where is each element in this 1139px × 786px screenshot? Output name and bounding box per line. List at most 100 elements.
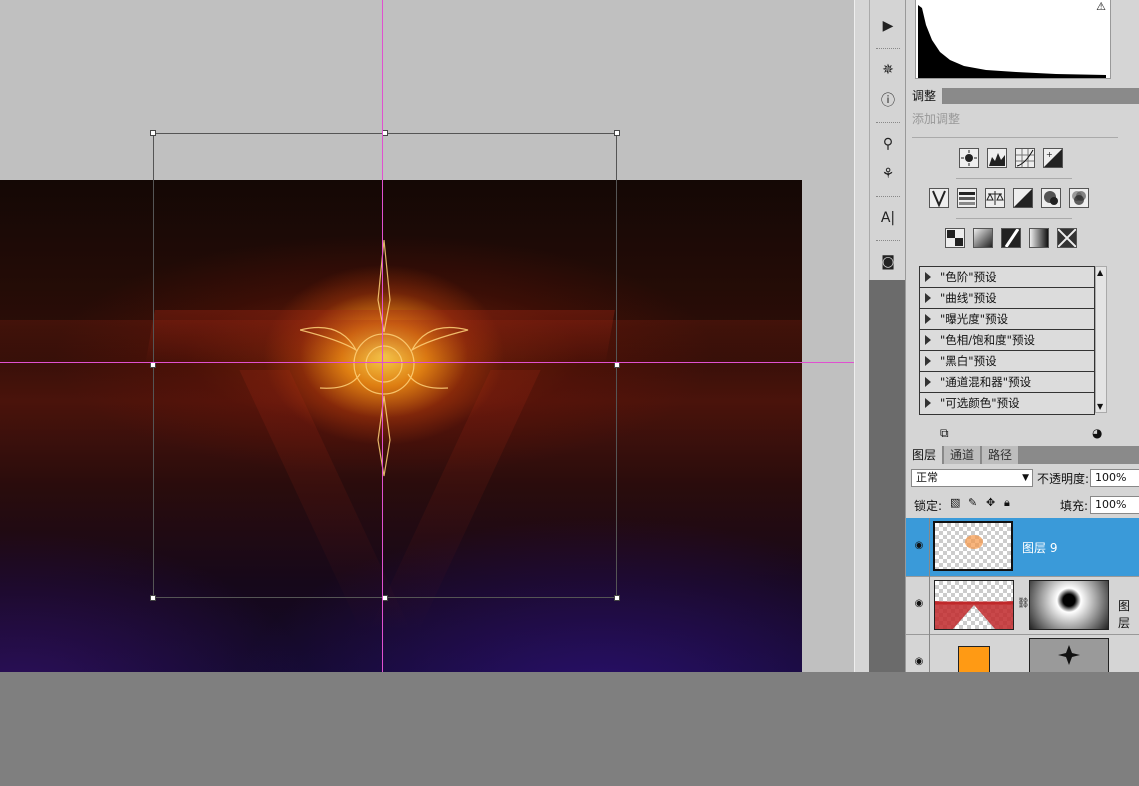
preset-label: "曲线"预设 — [940, 291, 997, 305]
expand-triangle-icon — [925, 356, 931, 366]
brightness-icon[interactable] — [959, 148, 979, 168]
transform-handle-top-right[interactable] — [614, 130, 620, 136]
histogram-graph — [918, 5, 1106, 78]
fill-label: 填充: — [1060, 499, 1089, 513]
play-icon[interactable]: ▶ — [878, 16, 898, 36]
clone-source-icon[interactable]: ⚘ — [878, 164, 898, 184]
svg-text:+: + — [1046, 150, 1053, 159]
preset-item[interactable]: "曝光度"预设 — [920, 309, 1094, 330]
document-workspace[interactable] — [0, 0, 854, 672]
preset-label: "黑白"预设 — [940, 354, 997, 368]
scroll-down-icon[interactable]: ▼ — [1097, 402, 1103, 411]
mask-icon[interactable]: ◙ — [878, 252, 898, 272]
divider — [929, 518, 930, 576]
transform-bounding-box[interactable] — [153, 133, 617, 598]
transform-handle-bottom-right[interactable] — [614, 595, 620, 601]
tab-channels[interactable]: 通道 — [944, 446, 982, 464]
tab-paths[interactable]: 路径 — [982, 446, 1020, 464]
layer-row[interactable]: ◉ — [906, 634, 1139, 672]
dock-background — [869, 280, 905, 672]
threshold-icon[interactable] — [1001, 228, 1021, 248]
adjustment-presets-list: "色阶"预设 "曲线"预设 "曝光度"预设 "色相/饱和度"预设 "黑白"预设 … — [919, 266, 1095, 415]
lock-transparency-icon[interactable]: ▧ — [950, 496, 960, 509]
lock-position-icon[interactable]: ✥ — [986, 496, 995, 509]
compass-icon[interactable]: ✵ — [878, 60, 898, 80]
hue-saturation-icon[interactable] — [957, 188, 977, 208]
layer-row-selected[interactable]: ◉ 图层 9 — [906, 518, 1139, 577]
preset-label: "可选颜色"预设 — [940, 396, 1020, 410]
preset-scrollbar[interactable]: ▲ ▼ — [1095, 266, 1107, 413]
color-balance-icon[interactable] — [985, 188, 1005, 208]
dock-separator — [876, 196, 900, 197]
right-panel: ⚠ 调整 添加调整 + "色阶"预设 "曲线"预设 "曝光度"预设 "色相/饱和… — [905, 0, 1139, 672]
blend-mode-select[interactable]: 正常 ▼ — [911, 469, 1033, 487]
divider — [912, 137, 1118, 138]
preset-item[interactable]: "通道混和器"预设 — [920, 372, 1094, 393]
divider — [956, 218, 1072, 219]
layers-tabbar: 图层 通道 路径 — [906, 446, 1139, 464]
curves-icon[interactable] — [1015, 148, 1035, 168]
preset-label: "通道混和器"预设 — [940, 375, 1032, 389]
dock-separator — [876, 240, 900, 241]
fill-input[interactable]: 100% — [1090, 496, 1139, 514]
preset-item[interactable]: "可选颜色"预设 — [920, 393, 1094, 414]
layer-mask-thumbnail[interactable] — [1029, 638, 1109, 672]
layer-name: 图层 9 — [1022, 541, 1058, 555]
layer-row[interactable]: ◉ ⛓ 图层 — [906, 576, 1139, 635]
photo-filter-icon[interactable] — [1041, 188, 1061, 208]
visibility-eye-icon[interactable]: ◉ — [912, 540, 926, 551]
info-icon[interactable]: ⓘ — [878, 90, 898, 110]
preset-label: "色阶"预设 — [940, 270, 997, 284]
fill-layer-thumbnail — [958, 646, 990, 672]
clip-options-icon[interactable]: ◕ — [1092, 426, 1102, 440]
transform-handle-top-left[interactable] — [150, 130, 156, 136]
black-white-icon[interactable] — [1013, 188, 1033, 208]
preset-item[interactable]: "色阶"预设 — [920, 267, 1094, 288]
divider — [929, 576, 930, 634]
preset-item[interactable]: "黑白"预设 — [920, 351, 1094, 372]
scroll-up-icon[interactable]: ▲ — [1097, 268, 1103, 277]
brush-presets-icon[interactable]: ⚲ — [878, 134, 898, 154]
horizontal-guide[interactable] — [0, 362, 854, 363]
divider — [929, 634, 930, 672]
expand-triangle-icon — [925, 398, 931, 408]
character-icon[interactable]: A| — [878, 208, 898, 228]
tab-adjustments[interactable]: 调整 — [906, 88, 944, 104]
invert-icon[interactable] — [945, 228, 965, 248]
tab-layers[interactable]: 图层 — [906, 446, 944, 464]
layer-thumbnail — [934, 580, 1014, 630]
adjustments-tabbar: 调整 — [906, 88, 1139, 104]
posterize-icon[interactable] — [973, 228, 993, 248]
channel-mixer-icon[interactable] — [1069, 188, 1089, 208]
layer-mask-thumbnail[interactable] — [1029, 580, 1109, 630]
vibrance-icon[interactable] — [929, 188, 949, 208]
expand-triangle-icon — [925, 293, 931, 303]
return-to-list-icon[interactable]: ⧉ — [940, 426, 949, 441]
preset-label: "色相/饱和度"预设 — [940, 333, 1035, 347]
preset-item[interactable]: "色相/饱和度"预设 — [920, 330, 1094, 351]
exposure-icon[interactable]: + — [1043, 148, 1063, 168]
dock-separator — [876, 122, 900, 123]
layer-name: 图层 — [1118, 599, 1131, 630]
link-chain-icon[interactable]: ⛓ — [1017, 598, 1030, 609]
divider — [956, 178, 1072, 179]
transform-handle-bottom-left[interactable] — [150, 595, 156, 601]
vertical-guide[interactable] — [382, 0, 383, 672]
lock-all-icon[interactable]: 🔒︎ — [1004, 496, 1010, 510]
lock-pixels-icon[interactable]: ✎ — [968, 496, 977, 509]
expand-triangle-icon — [925, 314, 931, 324]
blend-mode-value: 正常 — [916, 471, 938, 484]
expand-triangle-icon — [925, 377, 931, 387]
warning-icon[interactable]: ⚠ — [1096, 0, 1106, 13]
preset-item[interactable]: "曲线"预设 — [920, 288, 1094, 309]
expand-triangle-icon — [925, 272, 931, 282]
panel-collapse-strip[interactable] — [854, 0, 870, 672]
lock-label: 锁定: — [914, 499, 943, 513]
visibility-eye-icon[interactable]: ◉ — [912, 656, 926, 667]
expand-triangle-icon — [925, 335, 931, 345]
gradient-map-icon[interactable] — [1029, 228, 1049, 248]
levels-icon[interactable] — [987, 148, 1007, 168]
visibility-eye-icon[interactable]: ◉ — [912, 598, 926, 609]
selective-color-icon[interactable] — [1057, 228, 1077, 248]
opacity-input[interactable]: 100% — [1090, 469, 1139, 487]
